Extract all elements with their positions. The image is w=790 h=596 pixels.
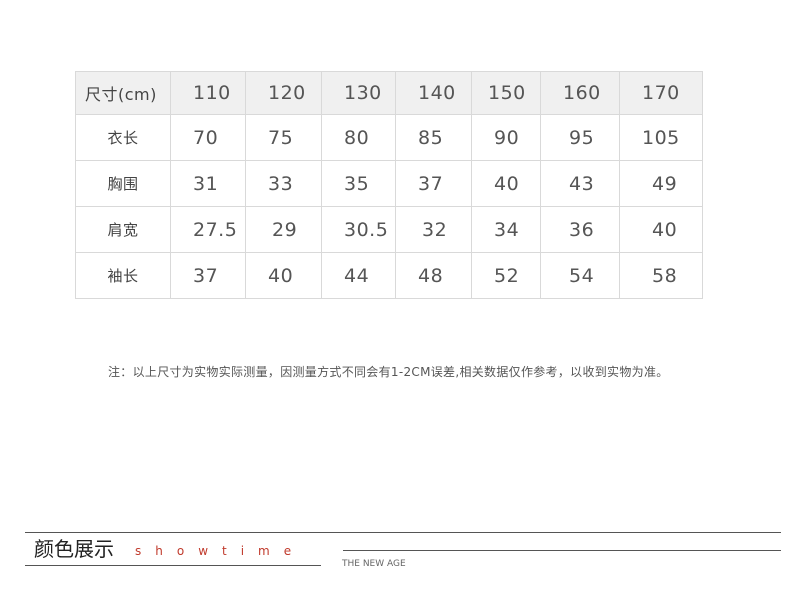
table-cell: 54 [540,252,620,299]
table-cell: 30.5 [321,206,396,253]
table-cell: 40 [471,160,541,207]
table-cell: 36 [540,206,620,253]
size-160: 160 [540,71,620,115]
section-title: 颜色展示 [34,537,114,561]
section-tagline: THE NEW AGE [342,559,406,569]
table-cell: 29 [245,206,322,253]
table-row: 肩宽 27.5 29 30.5 32 34 36 40 [75,206,703,253]
table-cell: 80 [321,114,396,161]
table-row: 衣长 70 75 80 85 90 95 105 [75,114,703,161]
row-label-length: 衣长 [75,114,171,161]
footer-divider-top [25,532,781,533]
footer-divider-left [25,565,321,566]
table-cell: 27.5 [170,206,246,253]
table-cell: 85 [395,114,472,161]
size-170: 170 [619,71,703,115]
table-cell: 40 [245,252,322,299]
table-cell: 58 [619,252,703,299]
table-cell: 75 [245,114,322,161]
header-label: 尺寸(cm) [75,71,171,115]
size-130: 130 [321,71,396,115]
size-140: 140 [395,71,472,115]
row-label-chest: 胸围 [75,160,171,207]
table-cell: 90 [471,114,541,161]
table-cell: 95 [540,114,620,161]
table-header-row: 尺寸(cm) 110 120 130 140 150 160 170 [75,71,703,115]
measurement-note: 注：以上尺寸为实物实际测量，因测量方式不同会有1-2CM误差,相关数据仅作参考，… [108,365,669,379]
table-row: 袖长 37 40 44 48 52 54 58 [75,252,703,299]
row-label-shoulder: 肩宽 [75,206,171,253]
table-cell: 70 [170,114,246,161]
size-table: 尺寸(cm) 110 120 130 140 150 160 170 衣长 70… [75,71,703,299]
table-cell: 48 [395,252,472,299]
table-cell: 52 [471,252,541,299]
table-cell: 40 [619,206,703,253]
row-label-sleeve: 袖长 [75,252,171,299]
table-cell: 44 [321,252,396,299]
table-cell: 49 [619,160,703,207]
table-cell: 32 [395,206,472,253]
table-cell: 37 [395,160,472,207]
table-cell: 43 [540,160,620,207]
table-cell: 37 [170,252,246,299]
table-row: 胸围 31 33 35 37 40 43 49 [75,160,703,207]
size-110: 110 [170,71,246,115]
table-cell: 33 [245,160,322,207]
table-cell: 34 [471,206,541,253]
size-150: 150 [471,71,541,115]
table-cell: 105 [619,114,703,161]
footer-divider-right [343,550,781,551]
table-cell: 31 [170,160,246,207]
size-120: 120 [245,71,322,115]
section-subtitle: showtime [135,544,306,558]
table-cell: 35 [321,160,396,207]
